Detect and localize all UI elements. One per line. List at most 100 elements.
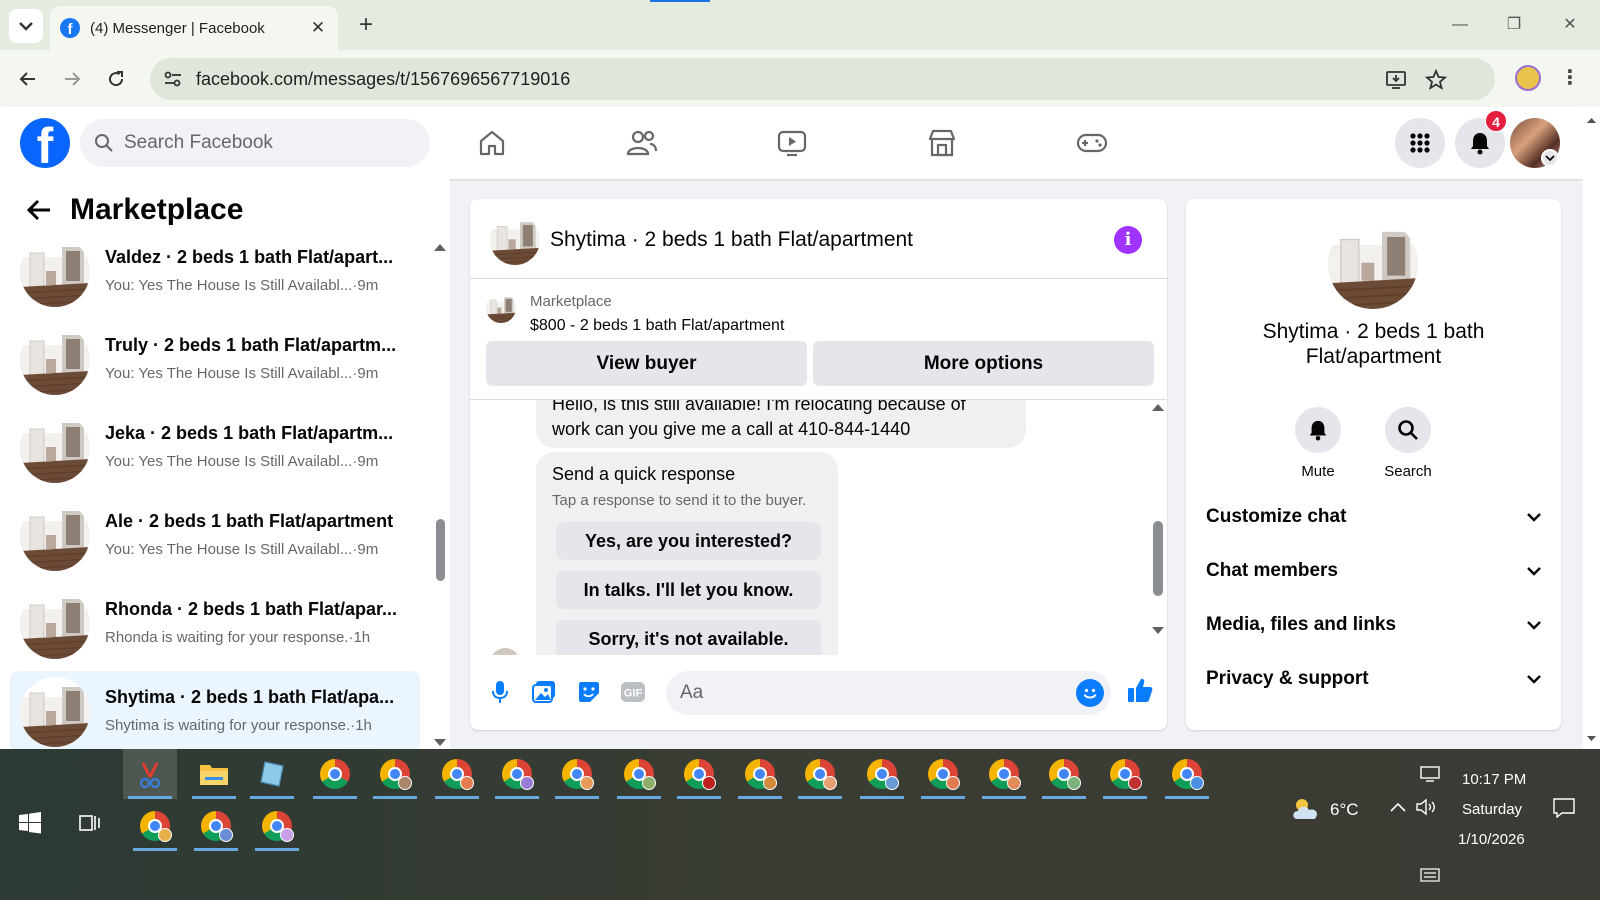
browser-profile-avatar[interactable]: [1515, 65, 1541, 91]
site-settings-icon[interactable]: [162, 68, 184, 90]
scroll-down-arrow-icon[interactable]: [434, 739, 446, 747]
chrome-profile-icon[interactable]: [189, 801, 243, 851]
clock-day[interactable]: Saturday: [1462, 801, 1522, 818]
search-action[interactable]: Search: [1368, 407, 1448, 480]
gif-icon[interactable]: GIF: [618, 677, 648, 707]
chrome-profile-icon[interactable]: [977, 749, 1031, 799]
conversation-item[interactable]: Jeka · 2 beds 1 bath Flat/apartm... You: …: [10, 407, 420, 491]
file-explorer-icon[interactable]: [187, 749, 241, 799]
conversation-item[interactable]: Rhonda · 2 beds 1 bath Flat/apar... Rhond…: [10, 583, 420, 667]
more-options-button[interactable]: More options: [813, 341, 1154, 386]
chrome-profile-icon[interactable]: [1037, 749, 1091, 799]
chrome-profile-icon[interactable]: [1098, 749, 1152, 799]
mute-button[interactable]: [1295, 407, 1341, 453]
privacy-support-row[interactable]: Privacy & support: [1206, 659, 1541, 699]
quick-response-option[interactable]: Yes, are you interested?: [556, 522, 821, 560]
conversation-item[interactable]: Valdez · 2 beds 1 bath Flat/apart... You:…: [10, 231, 420, 315]
message-input[interactable]: [680, 671, 1060, 715]
windows-start-icon[interactable]: [18, 811, 42, 835]
message-composer: GIF: [470, 657, 1167, 730]
scroll-up-arrow-icon[interactable]: [434, 243, 446, 251]
search-in-chat-button[interactable]: [1385, 407, 1431, 453]
address-bar[interactable]: facebook.com/messages/t/1567696567719016: [150, 58, 1495, 100]
account-chevron-icon[interactable]: [1541, 149, 1559, 167]
install-app-icon[interactable]: [1384, 68, 1408, 92]
new-tab-button[interactable]: +: [352, 12, 380, 40]
quick-response-option[interactable]: In talks. I'll let you know.: [556, 571, 821, 609]
marketplace-nav-icon[interactable]: [920, 121, 964, 165]
forward-button[interactable]: [56, 63, 88, 95]
quick-response-option[interactable]: Sorry, it's not available.: [556, 620, 821, 655]
chrome-profile-icon[interactable]: [855, 749, 909, 799]
volume-icon[interactable]: [1415, 797, 1437, 817]
chrome-profile-icon[interactable]: [612, 749, 666, 799]
conversation-item[interactable]: Truly · 2 beds 1 bath Flat/apartm... You:…: [10, 319, 420, 403]
page-scrollbar[interactable]: [1583, 107, 1600, 749]
notes-app-icon[interactable]: [245, 749, 299, 799]
conversation-item[interactable]: Shytima · 2 beds 1 bath Flat/apa... Shyti…: [10, 671, 420, 755]
watch-nav-icon[interactable]: [770, 121, 814, 165]
profile-badge: [158, 828, 172, 842]
facebook-logo-icon[interactable]: f: [20, 118, 70, 168]
chrome-profile-icon[interactable]: [308, 749, 362, 799]
menu-grid-button[interactable]: [1395, 118, 1445, 168]
clock-date[interactable]: 1/10/2026: [1458, 831, 1525, 848]
listing-thumbnail[interactable]: [486, 293, 516, 323]
emoji-icon[interactable]: [1076, 679, 1104, 707]
bookmark-star-icon[interactable]: [1424, 68, 1448, 92]
chrome-profile-icon[interactable]: [733, 749, 787, 799]
clock-time[interactable]: 10:17 PM: [1462, 771, 1526, 788]
facebook-search-input[interactable]: [124, 119, 414, 167]
gaming-nav-icon[interactable]: [1070, 121, 1114, 165]
browser-menu-icon[interactable]: ⋮: [1560, 64, 1580, 94]
chrome-profile-icon[interactable]: [793, 749, 847, 799]
close-window-button[interactable]: ✕: [1550, 10, 1590, 40]
chat-listing-thumbnail[interactable]: [490, 215, 540, 265]
chrome-profile-icon[interactable]: [250, 801, 304, 851]
mute-action[interactable]: Mute: [1278, 407, 1358, 480]
info-icon[interactable]: i: [1114, 226, 1142, 254]
network-icon[interactable]: [1420, 765, 1440, 783]
task-view-icon[interactable]: [78, 811, 102, 835]
back-button[interactable]: [12, 63, 44, 95]
keyboard-language-icon[interactable]: [1420, 867, 1440, 883]
chrome-profile-icon[interactable]: [128, 801, 182, 851]
view-buyer-button[interactable]: View buyer: [486, 341, 807, 386]
photo-icon[interactable]: [529, 677, 559, 707]
conversation-item[interactable]: Ale · 2 beds 1 bath Flat/apartment You: Y…: [10, 495, 420, 579]
sticker-icon[interactable]: [574, 677, 604, 707]
microphone-icon[interactable]: [485, 677, 515, 707]
chevron-up-icon[interactable]: [1390, 799, 1406, 815]
minimize-button[interactable]: —: [1440, 10, 1480, 40]
conversation-list-scrollbar[interactable]: [436, 519, 445, 581]
notification-center-icon[interactable]: [1552, 797, 1576, 819]
chrome-profile-icon[interactable]: [368, 749, 422, 799]
scroll-up-arrow-icon[interactable]: [1152, 403, 1164, 411]
back-arrow-icon[interactable]: [26, 198, 52, 222]
chrome-profile-icon[interactable]: [550, 749, 604, 799]
listing-price[interactable]: $800 - 2 beds 1 bath Flat/apartment: [530, 317, 784, 335]
customize-chat-row[interactable]: Customize chat: [1206, 497, 1541, 537]
scroll-down-arrow-icon[interactable]: [1152, 627, 1164, 635]
reload-button[interactable]: [100, 63, 132, 95]
thumbs-up-icon[interactable]: [1125, 675, 1155, 705]
close-tab-icon[interactable]: ✕: [306, 16, 330, 40]
weather-cloud-icon[interactable]: [1288, 793, 1324, 823]
facebook-search[interactable]: [80, 119, 430, 167]
chat-members-row[interactable]: Chat members: [1206, 551, 1541, 591]
chrome-profile-icon[interactable]: [672, 749, 726, 799]
snipping-tool-icon[interactable]: [123, 749, 177, 799]
weather-temperature[interactable]: 6°C: [1330, 800, 1359, 820]
chrome-profile-icon[interactable]: [490, 749, 544, 799]
browser-tab[interactable]: f (4) Messenger | Facebook ✕: [50, 6, 338, 50]
listing-avatar[interactable]: [1328, 219, 1418, 309]
media-files-links-row[interactable]: Media, files and links: [1206, 605, 1541, 645]
message-list-scrollbar[interactable]: [1153, 521, 1163, 596]
restore-button[interactable]: ❐: [1494, 10, 1534, 40]
chrome-profile-icon[interactable]: [430, 749, 484, 799]
chrome-profile-icon[interactable]: [1160, 749, 1214, 799]
friends-nav-icon[interactable]: [620, 121, 664, 165]
home-nav-icon[interactable]: [470, 121, 514, 165]
chrome-profile-icon[interactable]: [916, 749, 970, 799]
tab-search-button[interactable]: [9, 9, 43, 43]
